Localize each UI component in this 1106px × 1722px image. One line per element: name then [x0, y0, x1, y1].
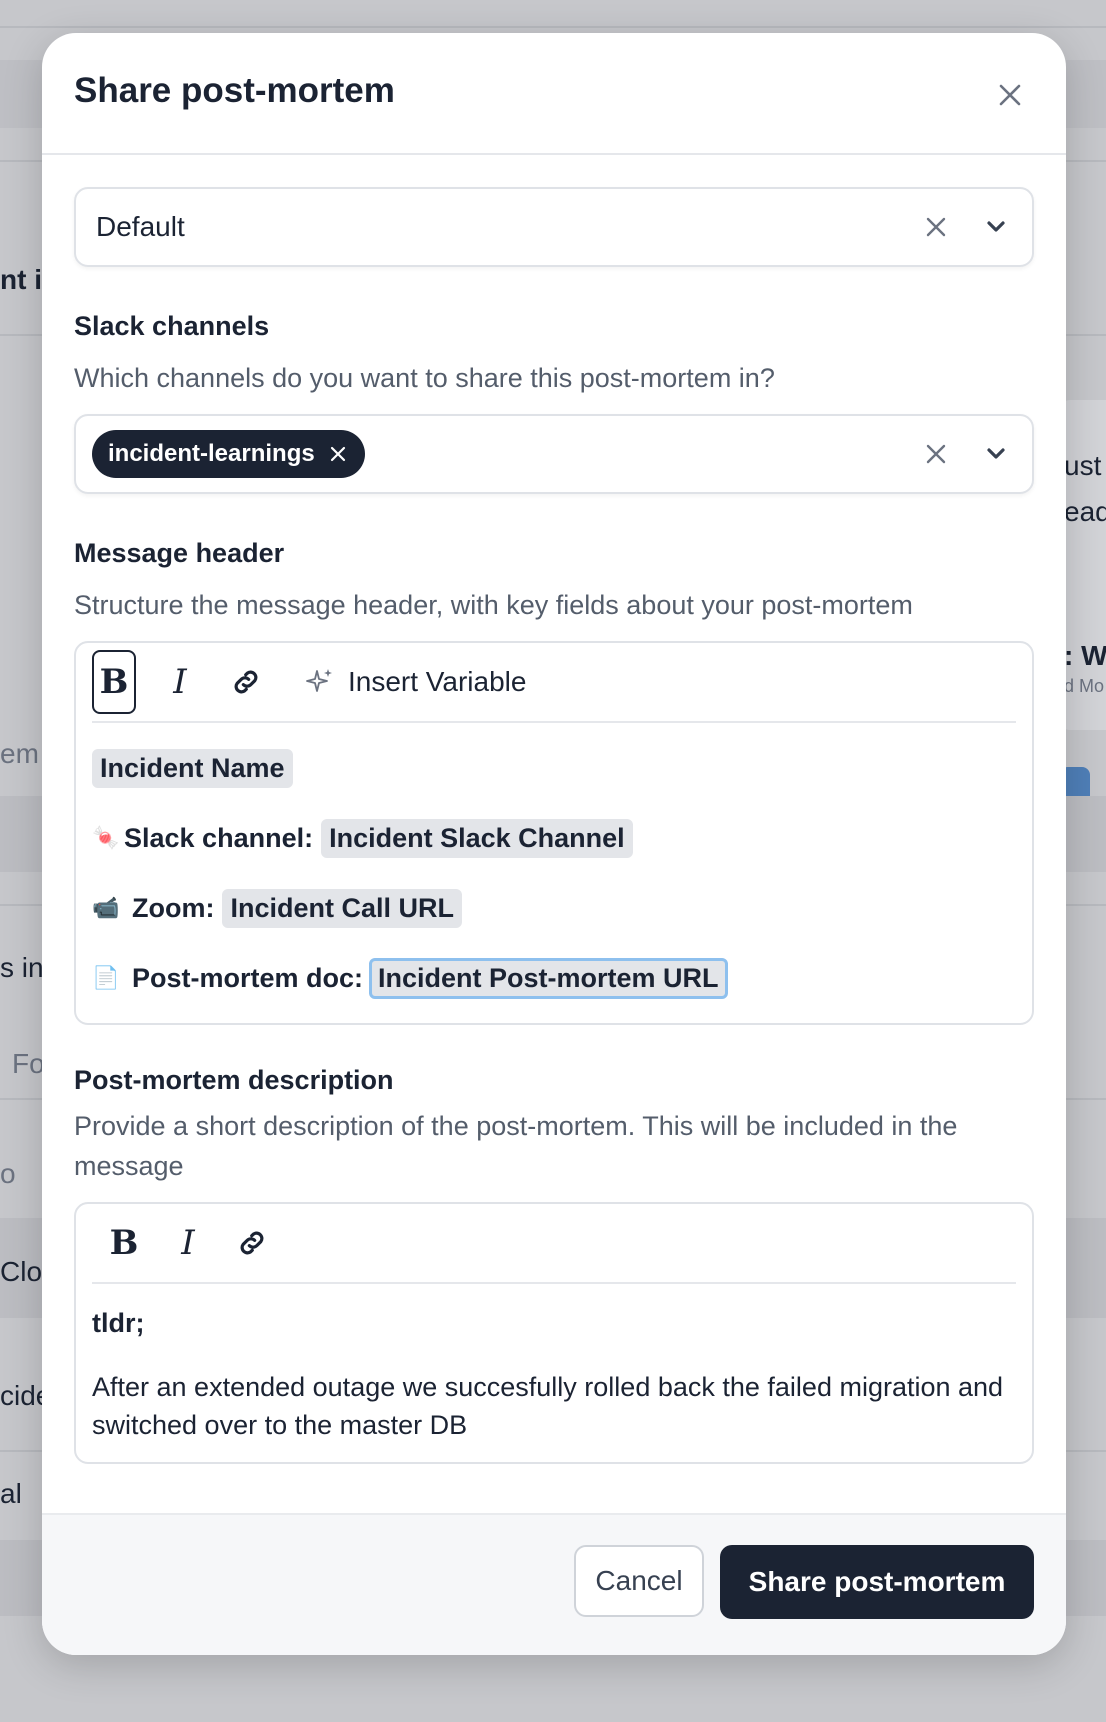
template-clear-button[interactable]: [920, 211, 952, 243]
bg-text: : We: [1064, 640, 1106, 671]
insert-variable-button[interactable]: Insert Variable: [304, 666, 526, 698]
close-icon: [330, 446, 345, 462]
bold-button[interactable]: B: [92, 650, 136, 714]
variable-pill[interactable]: Incident Call URL: [222, 888, 462, 928]
bg-text: d Mo: [1064, 676, 1105, 696]
modal-title: Share post-mortem: [74, 71, 395, 110]
description-help: Provide a short description of the post-…: [74, 1111, 958, 1181]
italic-button[interactable]: I: [166, 1211, 210, 1275]
description-editor[interactable]: B I tldr; After an extended outage we su…: [74, 1202, 1034, 1464]
cancel-button[interactable]: Cancel: [574, 1545, 704, 1617]
share-postmortem-button[interactable]: Share post-mortem: [720, 1545, 1034, 1619]
modal-header: Share post-mortem: [42, 33, 1066, 155]
description-heading: tldr;: [92, 1308, 145, 1338]
header-line-zoom: 📹 Zoom: Incident Call URL: [92, 873, 1016, 943]
channel-chip: incident-learnings: [92, 430, 365, 478]
close-button[interactable]: [988, 73, 1032, 117]
variable-pill[interactable]: Incident Post-mortem URL: [369, 957, 728, 999]
modal-body: Default Slack channels Which channels do…: [74, 187, 1034, 1464]
channel-chip-label: incident-learnings: [108, 440, 315, 467]
header-line-slack: 🍬 Slack channel: Incident Slack Channel: [92, 803, 1016, 873]
message-header-toolbar: B I Insert Variable: [92, 643, 1016, 723]
bg-divider: [0, 26, 1106, 28]
description-content: tldr; After an extended outage we succes…: [92, 1284, 1016, 1462]
channels-clear-button[interactable]: [920, 438, 952, 470]
link-button[interactable]: [230, 1211, 274, 1275]
header-line-doc: 📄 Post-mortem doc: Incident Post-mortem …: [92, 943, 1016, 1013]
share-postmortem-modal: Share post-mortem Default Slack channels…: [42, 33, 1066, 1655]
zoom-label: Zoom:: [132, 892, 215, 923]
description-toolbar: B I: [92, 1204, 1016, 1284]
variable-pill[interactable]: Incident Slack Channel: [321, 818, 633, 858]
bg-text: ust: [1064, 450, 1102, 481]
channels-dropdown-button[interactable]: [980, 438, 1012, 470]
close-icon: [999, 84, 1021, 106]
variable-pill[interactable]: Incident Name: [92, 748, 293, 788]
message-header-editor[interactable]: B I Insert Variable Incident Name 🍬 Slac…: [74, 641, 1034, 1025]
close-icon: [926, 217, 946, 237]
message-header-label: Message header: [74, 538, 285, 568]
remove-channel-button[interactable]: [327, 443, 349, 465]
slack-channels-select[interactable]: incident-learnings: [74, 414, 1034, 494]
bg-text: al: [0, 1478, 22, 1509]
header-line-name: Incident Name: [92, 733, 1016, 803]
template-dropdown-button[interactable]: [980, 211, 1012, 243]
slack-emoji-icon: 🍬: [92, 825, 120, 850]
bg-text: o: [0, 1158, 16, 1189]
postmortem-doc-label: Post-mortem doc:: [132, 962, 364, 993]
bold-button[interactable]: B: [102, 1211, 146, 1275]
template-select-value: Default: [96, 211, 185, 242]
chevron-down-icon: [987, 448, 1005, 459]
bg-text: em: [0, 738, 39, 769]
document-icon: 📄: [92, 965, 120, 990]
description-body: After an extended outage we succesfully …: [92, 1372, 1004, 1440]
link-icon: [234, 670, 258, 694]
italic-button[interactable]: I: [158, 650, 202, 714]
template-select[interactable]: Default: [74, 187, 1034, 267]
bg-text: Fo: [12, 1048, 45, 1079]
link-icon: [240, 1231, 264, 1255]
link-button[interactable]: [224, 650, 268, 714]
slack-channels-label: Slack channels: [74, 311, 270, 341]
insert-variable-label: Insert Variable: [348, 666, 527, 697]
bg-text: ead: [1064, 496, 1106, 527]
chevron-down-icon: [987, 221, 1005, 232]
slack-channels-help: Which channels do you want to share this…: [74, 363, 775, 393]
sparkles-icon: [306, 669, 332, 692]
bg-text: Clo: [0, 1256, 43, 1287]
slack-channel-label: Slack channel:: [124, 822, 314, 853]
description-label: Post-mortem description: [74, 1065, 394, 1095]
bg-text: s in: [0, 952, 44, 983]
message-header-help: Structure the message header, with key f…: [74, 590, 913, 620]
close-icon: [926, 444, 946, 464]
video-camera-icon: 📹: [92, 895, 120, 920]
modal-footer: Cancel Share post-mortem: [42, 1513, 1066, 1655]
message-header-content: Incident Name 🍬 Slack channel: Incident …: [92, 723, 1016, 1023]
